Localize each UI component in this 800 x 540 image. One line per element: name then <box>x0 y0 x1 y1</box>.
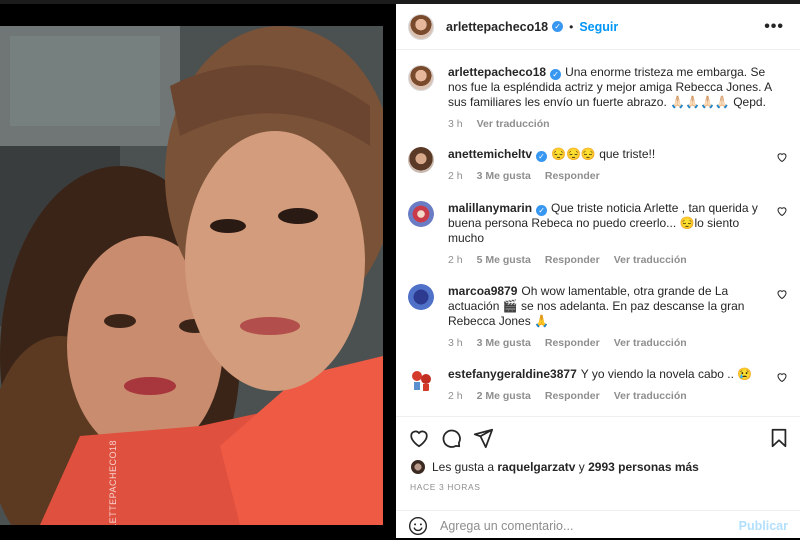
translate-button[interactable]: Ver traducción <box>614 254 687 266</box>
liker-avatar[interactable] <box>410 459 426 475</box>
comment-item: malillanymarin ✓ Que triste noticia Arlett… <box>408 201 788 266</box>
post-sidebar: arlettepacheco18 ✓ • Seguir ••• arlettep… <box>396 4 800 538</box>
comment-meta: 3 h 3 Me gusta Responder Ver traducción <box>448 337 774 349</box>
comment-avatar[interactable] <box>408 147 434 173</box>
photo-illustration <box>0 26 383 525</box>
comment-time[interactable]: 2 h <box>448 170 463 182</box>
avatar-illustration <box>412 371 431 391</box>
comment-avatar[interactable] <box>408 367 434 393</box>
translate-button[interactable]: Ver traducción <box>477 118 550 130</box>
translate-button[interactable]: Ver traducción <box>614 337 687 349</box>
liker-username[interactable]: raquelgarzatv <box>497 460 575 474</box>
comment-username[interactable]: estefanygeraldine3877 <box>448 367 577 381</box>
comment-body: Y yo viendo la novela cabo .. 😢 <box>580 367 753 381</box>
likes-conj: y <box>578 460 585 474</box>
comment-likes[interactable]: 3 Me gusta <box>477 170 531 182</box>
more-icon[interactable]: ••• <box>760 18 788 36</box>
comment-meta: 2 h 5 Me gusta Responder Ver traducción <box>448 254 774 266</box>
author-username[interactable]: arlettepacheco18 <box>446 20 548 34</box>
comment-time[interactable]: 2 h <box>448 254 463 266</box>
comment-input[interactable] <box>440 518 739 533</box>
share-icon[interactable] <box>472 427 494 449</box>
heart-icon[interactable] <box>776 371 788 383</box>
comment-icon[interactable] <box>440 427 462 449</box>
photo-watermark: @ARLETTEPACHECO18 <box>108 440 118 525</box>
heart-icon[interactable] <box>408 427 430 449</box>
follow-button[interactable]: Seguir <box>579 20 618 34</box>
comment-item: anettemicheltv ✓ 😔😔😔 que triste!! 2 h 3 Me… <box>408 147 788 182</box>
post-photo[interactable]: @ARLETTEPACHECO18 <box>0 26 383 525</box>
header-separator: • <box>569 19 574 34</box>
comment-username[interactable]: malillanymarin <box>448 201 532 215</box>
comment-meta: 2 h 3 Me gusta Responder <box>448 170 774 182</box>
reply-button[interactable]: Responder <box>545 390 600 402</box>
comment-text: marcoa9879 Oh wow lamentable, otra grande… <box>448 284 774 329</box>
comment-likes[interactable]: 2 Me gusta <box>477 390 531 402</box>
post-header: arlettepacheco18 ✓ • Seguir ••• <box>396 4 800 50</box>
app-window: @ARLETTEPACHECO18 arlettepacheco18 ✓ • S… <box>0 0 800 538</box>
translate-button[interactable]: Ver traducción <box>614 390 687 402</box>
comment-meta: 2 h 2 Me gusta Responder Ver traducción <box>448 390 774 402</box>
comment-likes[interactable]: 5 Me gusta <box>477 254 531 266</box>
likes-summary: Les gusta a raquelgarzatv y 2993 persona… <box>410 459 699 475</box>
action-bar <box>396 416 800 464</box>
likes-count[interactable]: 2993 personas más <box>588 460 699 474</box>
caption: arlettepacheco18 ✓ Una enorme tristeza me … <box>408 65 788 130</box>
heart-icon[interactable] <box>776 288 788 300</box>
publish-button[interactable]: Publicar <box>739 519 788 533</box>
caption-avatar[interactable] <box>408 65 434 91</box>
comment-text: malillanymarin ✓ Que triste noticia Arlett… <box>448 201 774 246</box>
reply-button[interactable]: Responder <box>545 254 600 266</box>
comment-likes[interactable]: 3 Me gusta <box>477 337 531 349</box>
comment-text: estefanygeraldine3877 Y yo viendo la nove… <box>448 367 774 382</box>
comment-item: marcoa9879 Oh wow lamentable, otra grande… <box>408 284 788 349</box>
post-timestamp[interactable]: HACE 3 HORAS <box>410 482 481 492</box>
verified-icon: ✓ <box>550 69 562 80</box>
comment-avatar[interactable] <box>408 201 434 227</box>
comment-time[interactable]: 3 h <box>448 337 463 349</box>
comment-avatar[interactable] <box>408 284 434 310</box>
heart-icon[interactable] <box>776 151 788 163</box>
verified-icon: ✓ <box>536 151 548 162</box>
emoji-icon[interactable] <box>408 516 428 536</box>
caption-text: arlettepacheco18 ✓ Una enorme tristeza me … <box>448 65 774 110</box>
comment-username[interactable]: marcoa9879 <box>448 284 517 298</box>
author-avatar[interactable] <box>408 13 434 40</box>
verified-icon: ✓ <box>552 21 564 32</box>
comment-body: 😔😔😔 que triste!! <box>551 147 656 161</box>
add-comment-bar: Publicar <box>396 510 800 540</box>
comment-time[interactable]: 2 h <box>448 390 463 402</box>
reply-button[interactable]: Responder <box>545 170 600 182</box>
heart-icon[interactable] <box>776 205 788 217</box>
comment-username[interactable]: anettemicheltv <box>448 147 532 161</box>
comment-item: estefanygeraldine3877 Y yo viendo la nove… <box>408 367 788 402</box>
bookmark-icon[interactable] <box>768 427 790 449</box>
reply-button[interactable]: Responder <box>545 337 600 349</box>
caption-meta: 3 h Ver traducción <box>448 118 774 130</box>
comment-text: anettemicheltv ✓ 😔😔😔 que triste!! <box>448 147 774 162</box>
verified-icon: ✓ <box>536 205 548 216</box>
comments-list[interactable]: arlettepacheco18 ✓ Una enorme tristeza me … <box>396 51 800 411</box>
likes-prefix: Les gusta a <box>432 460 495 474</box>
caption-username[interactable]: arlettepacheco18 <box>448 65 546 79</box>
caption-time[interactable]: 3 h <box>448 118 463 130</box>
